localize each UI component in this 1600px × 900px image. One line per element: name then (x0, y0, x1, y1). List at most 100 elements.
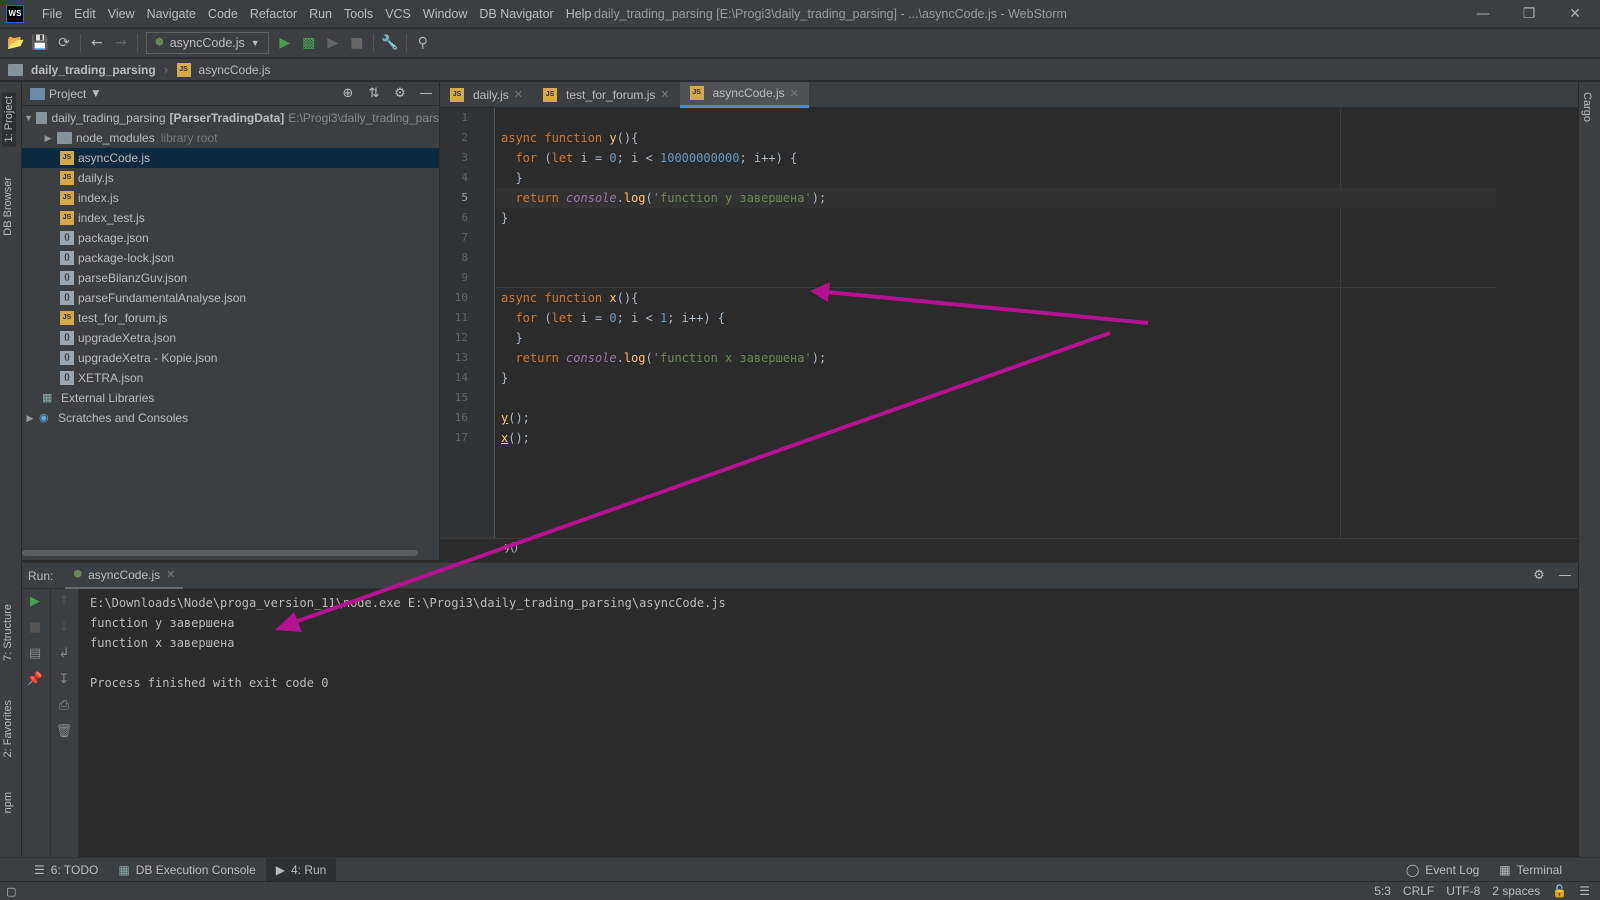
close-tab-icon[interactable]: ✕ (660, 88, 669, 101)
tool-tab-db-browser[interactable]: DB Browser (2, 177, 14, 236)
caret-position[interactable]: 5:3 (1368, 884, 1397, 898)
soft-wrap-icon[interactable]: ↲ (51, 641, 77, 667)
tree-file-test-for-forum[interactable]: JS test_for_forum.js (22, 308, 439, 328)
restore-icon[interactable]: ❐ (1506, 0, 1552, 28)
tool-tab-event-log[interactable]: ◯ Event Log (1396, 858, 1489, 882)
breadcrumb-project[interactable]: daily_trading_parsing (8, 63, 156, 77)
sync-icon[interactable]: ⟳ (52, 31, 76, 55)
locate-icon[interactable]: ⊕ (335, 86, 361, 101)
rerun-icon[interactable]: ▶ (22, 589, 48, 615)
scroll-to-end-icon[interactable]: ↧ (51, 667, 77, 693)
breadcrumb-file[interactable]: JS asyncCode.js (176, 62, 271, 77)
hide-panel-icon[interactable]: — (1552, 568, 1578, 583)
tree-file-index[interactable]: JS index.js (22, 188, 439, 208)
pin-icon[interactable]: 📌 (22, 667, 48, 693)
scroll-up-icon[interactable]: ↑ (51, 589, 77, 615)
tab-daily-js[interactable]: JS daily.js ✕ (440, 82, 533, 108)
indent-setting[interactable]: 2 spaces (1486, 884, 1546, 898)
menu-code[interactable]: Code (202, 0, 244, 28)
close-tab-icon[interactable]: ✕ (790, 87, 799, 100)
trash-icon[interactable]: 🗑 (51, 719, 77, 745)
run-icon[interactable]: ▶ (273, 31, 297, 55)
file-encoding[interactable]: UTF-8 (1440, 884, 1486, 898)
run-configuration-select[interactable]: ⬢ asyncCode.js ▼ (146, 32, 269, 54)
code-line-9 (496, 268, 1496, 288)
menu-navigate[interactable]: Navigate (141, 0, 202, 28)
tree-external-libraries[interactable]: ▦ External Libraries (22, 388, 439, 408)
tool-tab-todo[interactable]: ☰ 6: TODO (24, 858, 108, 882)
menu-edit[interactable]: Edit (68, 0, 102, 28)
tool-tab-label: 4: Run (291, 862, 327, 877)
project-horizontal-scrollbar[interactable] (22, 550, 418, 556)
wrench-icon[interactable]: 🔧 (378, 31, 402, 55)
tree-root[interactable]: ▼ daily_trading_parsing [ParserTradingDa… (22, 108, 439, 128)
coverage-icon[interactable]: ▶ (321, 31, 345, 55)
collapse-all-icon[interactable]: ⇅ (361, 86, 387, 101)
editor-breadcrumb[interactable]: y() (505, 541, 518, 553)
tab-test-for-forum-js[interactable]: JS test_for_forum.js ✕ (533, 82, 680, 108)
code-editor[interactable]: 1 2 3 4 5 6 7 8 9 10 11 12 13 14 15 16 1… (440, 108, 1578, 538)
stop-icon[interactable]: ■ (345, 31, 369, 55)
hide-panel-icon[interactable]: — (413, 86, 439, 101)
expand-arrow-icon[interactable]: ▼ (24, 108, 33, 128)
toggle-tool-windows-icon[interactable]: ▢ (6, 885, 16, 898)
tool-tab-cargo[interactable]: Cargo (1581, 92, 1593, 122)
tool-tab-favorites[interactable]: 2: Favorites (2, 700, 14, 757)
menu-view[interactable]: View (102, 0, 141, 28)
expand-arrow-icon[interactable]: ▶ (42, 128, 54, 148)
tree-file-xetra[interactable]: {} XETRA.json (22, 368, 439, 388)
minimize-icon[interactable]: — (1460, 0, 1506, 28)
run-tab-asynccode[interactable]: ⬢ asyncCode.js ✕ (65, 563, 184, 589)
menu-db-navigator[interactable]: DB Navigator (473, 0, 559, 28)
forward-arrow-icon[interactable]: → (109, 31, 133, 55)
menu-help[interactable]: Help (560, 0, 598, 28)
chevron-down-icon[interactable]: ▼ (92, 89, 99, 99)
save-icon[interactable]: 💾 (28, 31, 52, 55)
close-tab-icon[interactable]: ✕ (166, 568, 175, 581)
tool-tab-project[interactable]: 1: Project (2, 92, 16, 147)
expand-arrow-icon[interactable]: ▶ (24, 408, 36, 428)
run-console-output[interactable]: E:\Downloads\Node\proga_version_11\node.… (90, 593, 1570, 693)
search-icon[interactable]: ⚲ (411, 31, 435, 55)
debug-icon[interactable]: ▩ (297, 31, 321, 55)
tool-tab-run[interactable]: ▶ 4: Run (265, 857, 337, 882)
menu-window[interactable]: Window (417, 0, 473, 28)
tree-file-parsebilanzguv[interactable]: {} parseBilanzGuv.json (22, 268, 439, 288)
gear-icon[interactable]: ⚙ (1526, 568, 1552, 583)
tree-file-upgradexetra-kopie[interactable]: {} upgradeXetra - Kopie.json (22, 348, 439, 368)
tree-file-parsefundamental[interactable]: {} parseFundamentalAnalyse.json (22, 288, 439, 308)
gear-icon[interactable]: ⚙ (387, 86, 413, 101)
print-icon[interactable]: ⎙ (51, 693, 77, 719)
line-separator[interactable]: CRLF (1397, 884, 1440, 898)
close-tab-icon[interactable]: ✕ (514, 88, 523, 101)
menu-vcs[interactable]: VCS (379, 0, 417, 28)
tree-file-index-test[interactable]: JS index_test.js (22, 208, 439, 228)
tree-file-asynccode[interactable]: JS asyncCode.js (22, 148, 439, 168)
tool-tab-structure[interactable]: 7: Structure (2, 604, 14, 661)
tree-file-upgradexetra[interactable]: {} upgradeXetra.json (22, 328, 439, 348)
js-file-icon: JS (60, 151, 74, 165)
stop-icon[interactable]: ■ (22, 615, 48, 641)
menu-refactor[interactable]: Refactor (244, 0, 303, 28)
open-folder-icon[interactable]: 📂 (4, 31, 28, 55)
memory-icon[interactable]: ☰ (1573, 884, 1596, 898)
lock-icon[interactable]: 🔓 (1546, 884, 1573, 898)
tree-file-package-lock[interactable]: {} package-lock.json (22, 248, 439, 268)
layout-icon[interactable]: ▤ (22, 641, 48, 667)
close-icon[interactable]: ✕ (1552, 0, 1598, 28)
menu-run[interactable]: Run (303, 0, 338, 28)
tool-tab-terminal[interactable]: ▦ Terminal (1489, 858, 1572, 882)
tree-file-daily[interactable]: JS daily.js (22, 168, 439, 188)
tab-asynccode-js[interactable]: JS asyncCode.js ✕ (679, 81, 809, 108)
menu-tools[interactable]: Tools (338, 0, 379, 28)
tree-folder-node-modules[interactable]: ▶ node_modules library root (22, 128, 439, 148)
tree-scratches[interactable]: ▶ ◉ Scratches and Consoles (22, 408, 439, 428)
scroll-down-icon[interactable]: ↓ (51, 615, 77, 641)
menu-file[interactable]: File (36, 0, 68, 28)
tree-file-package-json[interactable]: {} package.json (22, 228, 439, 248)
terminal-icon: ▦ (1499, 862, 1511, 877)
tool-tab-db-console[interactable]: ▦ DB Execution Console (108, 858, 265, 882)
tool-tab-npm[interactable]: npm (2, 792, 14, 813)
project-view-select[interactable]: Project (49, 87, 86, 101)
back-arrow-icon[interactable]: ← (85, 31, 109, 55)
